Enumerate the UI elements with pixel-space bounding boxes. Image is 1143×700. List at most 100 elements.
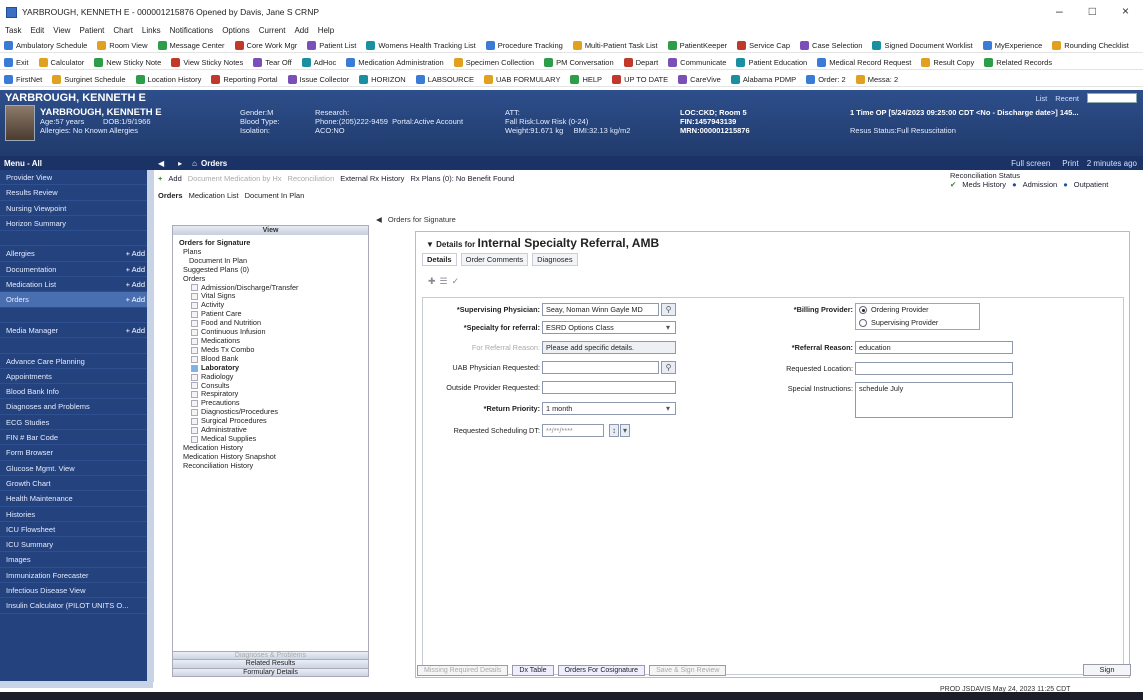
toolbar-item-core-work-mgr[interactable]: Core Work Mgr: [234, 40, 297, 50]
sidebar-item-media-manager[interactable]: Media Manager + Add: [0, 323, 153, 339]
outside-provider-input[interactable]: [542, 381, 676, 394]
sidebar-item-blood-bank-info[interactable]: Blood Bank Info: [0, 384, 153, 400]
full-screen-button[interactable]: Full screen: [1011, 159, 1054, 168]
toolbar-item-message-center[interactable]: Message Center: [157, 40, 225, 50]
toolbar-item-horizon[interactable]: HORIZON: [359, 74, 406, 84]
menu-add[interactable]: Add: [294, 26, 308, 35]
toolbar-item-medication-administration[interactable]: Medication Administration: [346, 57, 444, 67]
toolbar-item-related-records[interactable]: Related Records: [984, 57, 1052, 67]
toolbar-item-communicate[interactable]: Communicate: [668, 57, 726, 67]
back-arrow-icon[interactable]: ◀: [150, 159, 172, 168]
requested-location-input[interactable]: [855, 362, 1013, 375]
sidebar-item-insulin-calculator-pilot-units-o[interactable]: Insulin Calculator (PILOT UNITS O...: [0, 598, 153, 614]
sidebar-item-orders[interactable]: Orders + Add: [0, 292, 153, 308]
toolbar-item-tear-off[interactable]: Tear Off: [253, 57, 292, 67]
print-button[interactable]: Print: [1054, 159, 1086, 168]
orders-for-signature-label[interactable]: ◀ Orders for Signature: [376, 215, 456, 224]
referral-reason-input[interactable]: education: [855, 341, 1013, 354]
toolbar-item-multi-patient-task-list[interactable]: Multi-Patient Task List: [572, 40, 658, 50]
toolbar-item-specimen-collection[interactable]: Specimen Collection: [453, 57, 534, 67]
toolbar-item-womens-health-tracking-list[interactable]: Womens Health Tracking List: [366, 40, 476, 50]
toolbar-item-calculator[interactable]: Calculator: [38, 57, 84, 67]
toolbar-item-ambulatory-schedule[interactable]: Ambulatory Schedule: [4, 40, 87, 50]
ordering-provider-radio[interactable]: Ordering Provider: [859, 305, 929, 314]
patient-allergies[interactable]: Allergies: No Known Allergies: [40, 126, 162, 135]
toolbar-item-labsource[interactable]: LABSOURCE: [415, 74, 474, 84]
toolbar-item-rounding-checklist[interactable]: Rounding Checklist: [1052, 40, 1129, 50]
sign-button[interactable]: Sign: [1083, 664, 1131, 676]
menu-task[interactable]: Task: [5, 26, 21, 35]
menu-edit[interactable]: Edit: [30, 26, 44, 35]
sidebar-item-histories[interactable]: Histories: [0, 507, 153, 522]
forward-arrow-icon[interactable]: ▸: [172, 159, 188, 168]
mark-icon[interactable]: ✓: [452, 276, 464, 286]
sidebar-item-medication-list[interactable]: Medication List + Add: [0, 277, 153, 293]
toolbar-item-result-copy[interactable]: Result Copy: [921, 57, 974, 67]
search-icon[interactable]: ⚲: [661, 303, 676, 316]
meds-history-link[interactable]: Meds History: [962, 180, 1006, 189]
patient-search-input[interactable]: [1087, 93, 1137, 103]
maximize-button[interactable]: □: [1089, 4, 1096, 18]
toolbar-item-adhoc[interactable]: AdHoc: [301, 57, 336, 67]
toolbar-item-location-history[interactable]: Location History: [135, 74, 201, 84]
sidebar-item-health-maintenance[interactable]: Health Maintenance: [0, 491, 153, 507]
toolbar-item-case-selection[interactable]: Case Selection: [800, 40, 862, 50]
left-nav-scrollbar[interactable]: [147, 170, 154, 682]
return-priority-select[interactable]: 1 month: [542, 402, 676, 415]
menu-view[interactable]: View: [53, 26, 70, 35]
toolbar-item-procedure-tracking[interactable]: Procedure Tracking: [485, 40, 563, 50]
diagnoses-problems-link[interactable]: Diagnoses & Problems: [173, 650, 368, 659]
add-button[interactable]: + Add: [126, 323, 145, 337]
recent-button[interactable]: Recent: [1055, 94, 1079, 103]
toolbar-item-carevive[interactable]: CareVive: [678, 74, 721, 84]
add-icon[interactable]: +: [158, 174, 162, 183]
specialty-select[interactable]: ESRD Options Class: [542, 321, 676, 334]
uab-physician-input[interactable]: [542, 361, 659, 374]
menu-current[interactable]: Current: [259, 26, 286, 35]
add-button[interactable]: + Add: [126, 262, 145, 276]
sidebar-item-horizon-summary[interactable]: Horizon Summary: [0, 216, 153, 232]
tab-medication-list[interactable]: Medication List: [189, 191, 239, 203]
add-button[interactable]: + Add: [126, 246, 145, 260]
reconciliation-button[interactable]: Reconciliation: [288, 174, 335, 183]
date-spinner[interactable]: ↕: [609, 424, 619, 437]
dx-table-button[interactable]: Dx Table: [512, 665, 554, 676]
sidebar-item-appointments[interactable]: Appointments: [0, 369, 153, 385]
orders-for-cosignature-button[interactable]: Orders For Cosignature: [557, 665, 646, 676]
menu-chart[interactable]: Chart: [113, 26, 133, 35]
menu-all-dropdown[interactable]: Menu - All: [0, 159, 150, 168]
toolbar-item-service-cap[interactable]: Service Cap: [737, 40, 790, 50]
toolbar-item-messa-2[interactable]: Messa: 2: [855, 74, 898, 84]
toolbar-item-new-sticky-note[interactable]: New Sticky Note: [94, 57, 161, 67]
toolbar-item-issue-collector[interactable]: Issue Collector: [287, 74, 349, 84]
toolbar-item-signed-document-worklist[interactable]: Signed Document Worklist: [872, 40, 973, 50]
add-button[interactable]: + Add: [126, 292, 145, 306]
chevron-down-icon[interactable]: ▾: [661, 321, 676, 334]
copy-icon[interactable]: ☰: [440, 276, 452, 286]
radio-unselected[interactable]: [859, 318, 867, 327]
sidebar-item-provider-view[interactable]: Provider View: [0, 170, 153, 186]
sidebar-item-allergies[interactable]: Allergies + Add: [0, 246, 153, 262]
pin-icon[interactable]: ✚: [428, 276, 440, 286]
tab-order-comments[interactable]: Order Comments: [460, 253, 529, 266]
toolbar-item-patientkeeper[interactable]: PatientKeeper: [667, 40, 727, 50]
add-button[interactable]: + Add: [126, 277, 145, 291]
home-icon[interactable]: ⌂: [188, 159, 201, 168]
sidebar-item-icu-flowsheet[interactable]: ICU Flowsheet: [0, 522, 153, 538]
list-button[interactable]: List: [1036, 94, 1048, 103]
collapse-icon[interactable]: ◀: [376, 215, 382, 224]
toolbar-item-depart[interactable]: Depart: [623, 57, 658, 67]
refresh-timestamp[interactable]: 2 minutes ago: [1087, 159, 1143, 168]
tree-item-reconciliation-history[interactable]: Reconciliation History: [179, 461, 368, 471]
tab-document-in-plan[interactable]: Document In Plan: [245, 191, 305, 203]
toolbar-item-reporting-portal[interactable]: Reporting Portal: [211, 74, 278, 84]
toolbar-item-view-sticky-notes[interactable]: View Sticky Notes: [171, 57, 243, 67]
sidebar-item-icu-summary[interactable]: ICU Summary: [0, 537, 153, 553]
tree-item-suggested-plans-0[interactable]: Suggested Plans (0): [179, 265, 368, 275]
sidebar-item-documentation[interactable]: Documentation + Add: [0, 262, 153, 278]
toolbar-item-firstnet[interactable]: FirstNet: [4, 74, 42, 84]
supervising-provider-radio[interactable]: Supervising Provider: [859, 318, 938, 327]
sidebar-item-form-browser[interactable]: Form Browser: [0, 445, 153, 461]
chevron-down-icon[interactable]: ▾: [661, 402, 676, 415]
for-referral-reason-input[interactable]: Please add specific details.: [542, 341, 676, 354]
